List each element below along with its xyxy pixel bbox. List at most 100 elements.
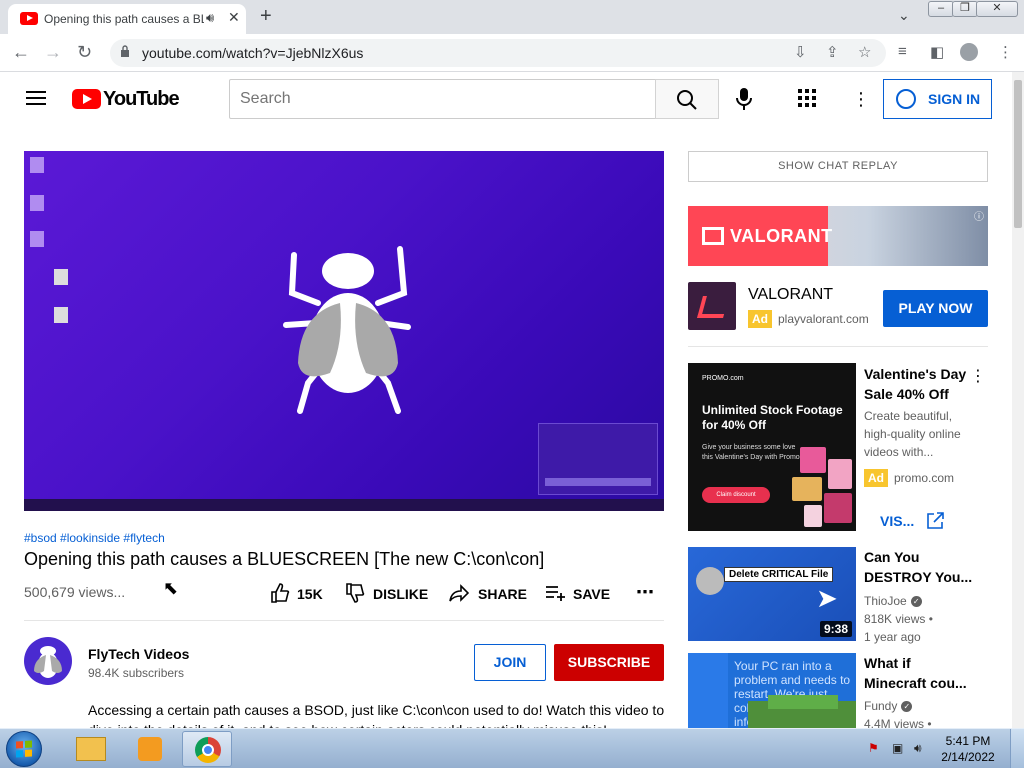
profile-avatar-icon[interactable] bbox=[960, 43, 978, 61]
close-window-button[interactable]: ✕ bbox=[976, 1, 1018, 17]
channel-name: ThioJoe bbox=[864, 594, 907, 608]
ad-title[interactable]: VALORANT bbox=[748, 286, 833, 304]
join-button[interactable]: JOIN bbox=[474, 644, 546, 681]
related-video-channel[interactable]: ThioJoe ✓ bbox=[864, 594, 922, 608]
install-icon[interactable]: ⇩ bbox=[794, 43, 807, 61]
close-tab-icon[interactable]: ✕ bbox=[228, 9, 240, 26]
cursor-arrow-icon: ➤ bbox=[816, 583, 838, 613]
promo-ad-description: Create beautiful, high-quality online vi… bbox=[864, 409, 961, 459]
user-avatar-icon bbox=[896, 89, 916, 109]
video-hashtags[interactable]: #bsod #lookinside #flytech bbox=[24, 531, 165, 545]
ad-info-icon[interactable]: ⓘ bbox=[974, 208, 984, 223]
ad-badge: Ad bbox=[748, 310, 772, 328]
video-player[interactable] bbox=[24, 151, 664, 511]
browser-toolbar: ← → ↻ youtube.com/watch?v=JjebNlzX6us ⇩ … bbox=[0, 34, 1024, 72]
more-actions-icon[interactable]: ⋯ bbox=[636, 582, 654, 603]
channel-name: Fundy bbox=[864, 699, 898, 713]
browser-tab-strip: Opening this path causes a BLUESCREEN [T… bbox=[0, 0, 1024, 34]
view-count[interactable]: 500,679 views... bbox=[24, 584, 125, 600]
media-player-taskbar-button[interactable] bbox=[124, 731, 174, 767]
related-video-channel[interactable]: Fundy ✓ bbox=[864, 699, 913, 713]
dislike-button[interactable]: DISLIKE bbox=[373, 586, 428, 602]
media-player-icon bbox=[138, 737, 162, 761]
apps-grid-icon[interactable] bbox=[798, 89, 816, 107]
microphone-icon[interactable] bbox=[736, 88, 752, 110]
related-video-thumbnail[interactable]: Delete CRITICAL File ➤ 9:38 bbox=[688, 547, 856, 641]
visit-site-button[interactable]: VIS... bbox=[864, 504, 960, 538]
promo-brand: PROMO.com bbox=[702, 375, 744, 382]
dislike-thumbs-down-icon[interactable] bbox=[345, 583, 365, 603]
scrollbar-thumb[interactable] bbox=[1014, 80, 1022, 228]
share-arrow-icon[interactable] bbox=[449, 583, 469, 603]
back-arrow-icon[interactable]: ← bbox=[12, 42, 30, 63]
volume-icon[interactable]: 🔊︎ bbox=[914, 741, 922, 756]
new-tab-icon[interactable]: + bbox=[260, 5, 272, 28]
taskbar-clock[interactable]: 5:41 PM 2/14/2022 bbox=[938, 733, 998, 765]
desktop-file-icon bbox=[30, 157, 44, 173]
sign-in-label: SIGN IN bbox=[928, 91, 981, 107]
external-link-icon bbox=[927, 512, 944, 529]
network-warning-icon[interactable]: ⚑ bbox=[868, 741, 879, 755]
speaker-icon[interactable]: 🔊︎ bbox=[206, 10, 214, 26]
mouse-cursor-icon: ⬉ bbox=[163, 578, 179, 598]
restore-window-button[interactable]: ❐ bbox=[952, 1, 978, 17]
related-video-title[interactable]: Can You DESTROY You... bbox=[864, 547, 974, 587]
promo-ad-image[interactable]: PROMO.com Unlimited Stock Footage for 40… bbox=[688, 363, 856, 531]
channel-avatar[interactable] bbox=[24, 637, 72, 685]
play-now-button[interactable]: PLAY NOW bbox=[883, 290, 988, 327]
clock-time: 5:41 PM bbox=[945, 734, 991, 748]
save-playlist-icon[interactable] bbox=[545, 583, 567, 603]
settings-menu-icon[interactable]: ⋮ bbox=[852, 89, 870, 110]
valorant-ad-logo[interactable] bbox=[688, 282, 736, 330]
verified-check-icon: ✓ bbox=[901, 701, 913, 713]
sign-in-button[interactable]: SIGN IN bbox=[883, 79, 992, 119]
like-count[interactable]: 15K bbox=[297, 586, 323, 602]
reload-icon[interactable]: ↻ bbox=[77, 42, 92, 63]
page-scrollbar[interactable] bbox=[1012, 72, 1024, 728]
tab-search-chevron-icon[interactable]: ⌄ bbox=[898, 7, 910, 24]
chrome-taskbar-button[interactable] bbox=[182, 731, 232, 767]
address-bar[interactable]: youtube.com/watch?v=JjebNlzX6us bbox=[110, 39, 886, 67]
show-desktop-button[interactable] bbox=[1010, 729, 1024, 768]
video-duration: 9:38 bbox=[819, 621, 852, 637]
share-button[interactable]: SHARE bbox=[478, 586, 527, 602]
side-panel-icon[interactable]: ◧ bbox=[930, 43, 944, 61]
share-page-icon[interactable]: ⇪ bbox=[826, 43, 839, 61]
forward-arrow-icon[interactable]: → bbox=[44, 42, 62, 63]
youtube-favicon-icon bbox=[20, 12, 38, 25]
media-control-icon[interactable]: ≡ bbox=[898, 43, 907, 60]
ad-menu-icon[interactable]: ⋮ bbox=[970, 366, 986, 386]
action-center-icon[interactable]: ▣ bbox=[892, 741, 903, 755]
desktop-file-icon bbox=[54, 269, 68, 285]
ad-domain: playvalorant.com bbox=[778, 312, 869, 326]
search-icon bbox=[677, 90, 697, 110]
save-button[interactable]: SAVE bbox=[573, 586, 610, 602]
valorant-ad-banner[interactable]: VALORANT ⓘ bbox=[688, 206, 988, 266]
related-video-thumbnail[interactable]: Your PC ran into a problem and needs to … bbox=[688, 653, 856, 728]
promo-image-subtext: Give your business some love this Valent… bbox=[702, 444, 800, 461]
gear-icon bbox=[696, 567, 724, 595]
video-taskbar bbox=[24, 499, 664, 511]
search-input[interactable] bbox=[229, 79, 656, 119]
promo-ad-title[interactable]: Valentine's Day Sale 40% Off bbox=[864, 364, 974, 404]
bookmark-star-icon[interactable]: ☆ bbox=[858, 43, 871, 61]
related-video-title[interactable]: What if Minecraft cou... bbox=[864, 653, 974, 693]
like-thumbs-up-icon[interactable] bbox=[270, 583, 290, 603]
subscribe-button[interactable]: SUBSCRIBE bbox=[554, 644, 664, 681]
channel-name[interactable]: FlyTech Videos bbox=[88, 646, 189, 662]
promo-image-headline: Unlimited Stock Footage for 40% Off bbox=[702, 403, 843, 432]
divider bbox=[24, 620, 664, 621]
desktop-file-icon bbox=[54, 307, 68, 323]
chrome-menu-icon[interactable]: ⋮ bbox=[998, 43, 1013, 61]
search-button[interactable] bbox=[655, 79, 719, 119]
start-button[interactable] bbox=[6, 731, 42, 767]
hamburger-menu-icon[interactable] bbox=[26, 91, 46, 105]
thumbnail-text: Delete CRITICAL File bbox=[724, 567, 834, 582]
valorant-logo-icon bbox=[702, 227, 724, 245]
show-chat-replay-button[interactable]: SHOW CHAT REPLAY bbox=[688, 151, 988, 182]
banner-text: VALORANT bbox=[730, 226, 833, 246]
file-explorer-taskbar-button[interactable] bbox=[66, 731, 116, 767]
tab-title: Opening this path causes a BLUESCREEN [T… bbox=[44, 12, 204, 26]
minimize-window-button[interactable]: – bbox=[928, 1, 954, 17]
browser-tab[interactable]: Opening this path causes a BLUESCREEN [T… bbox=[8, 4, 246, 34]
